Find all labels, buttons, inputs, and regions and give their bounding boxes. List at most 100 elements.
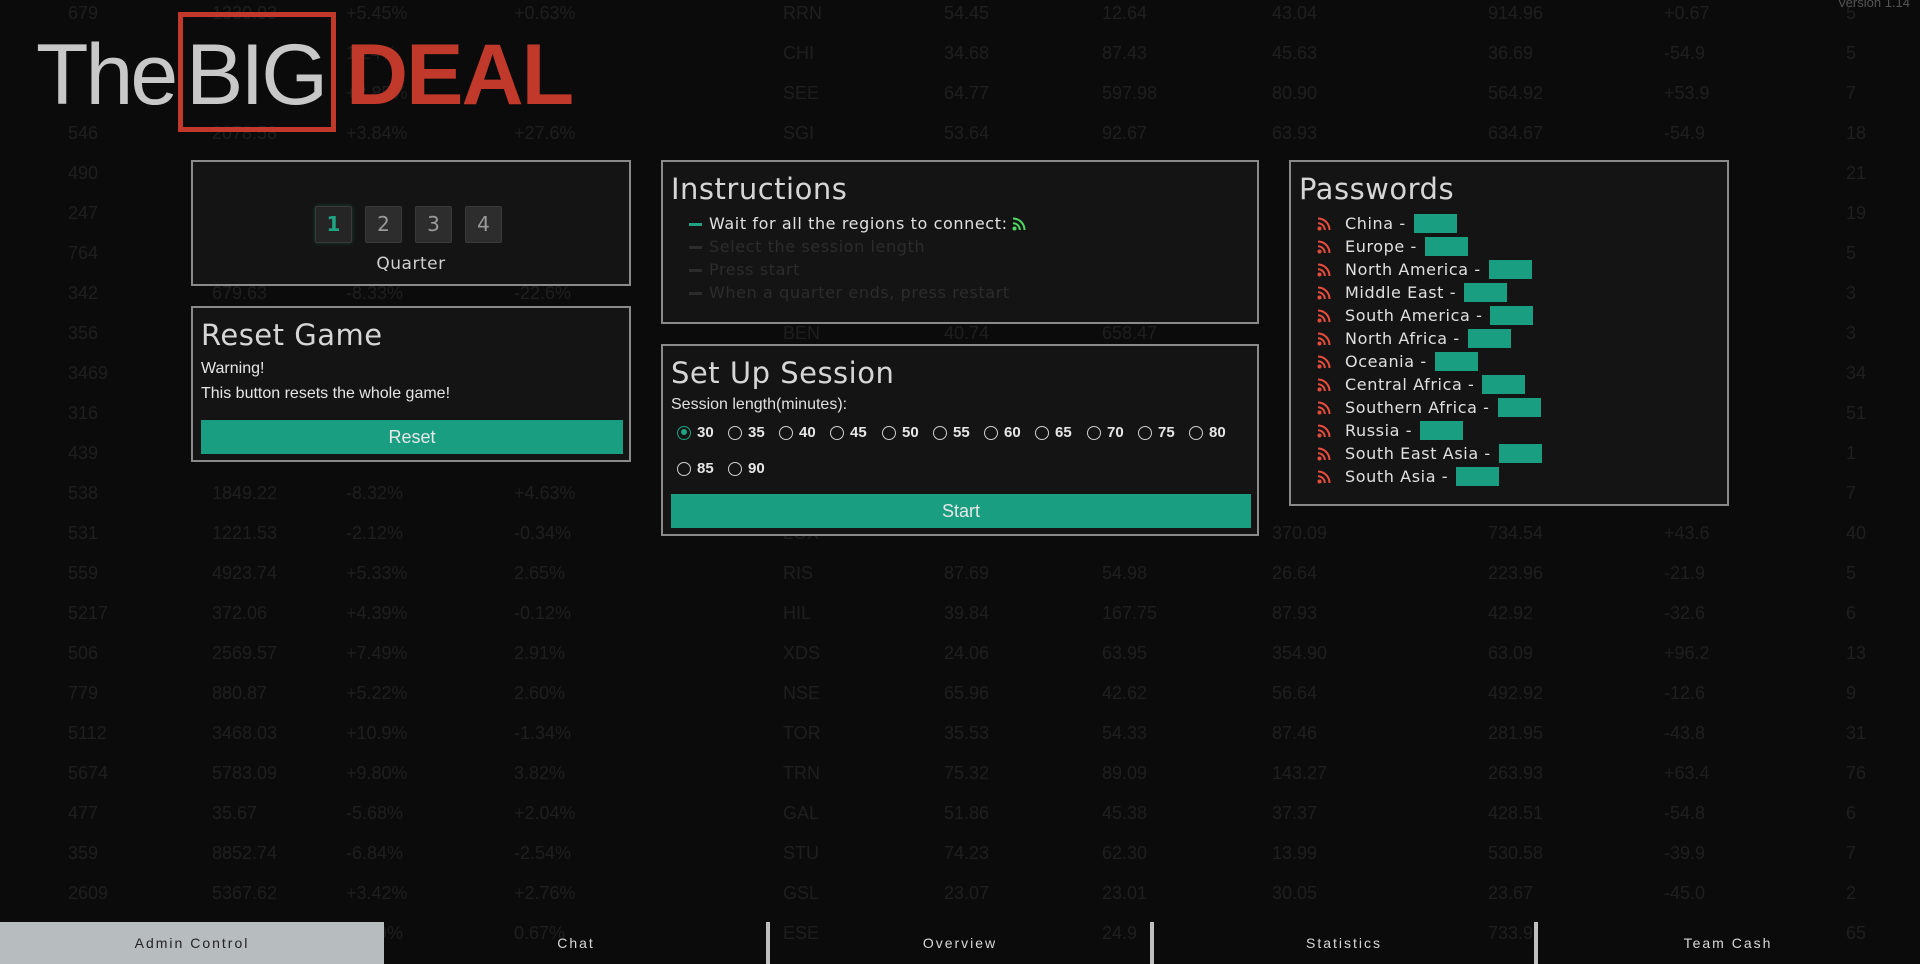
ticker-cell: 45.38 (1102, 803, 1148, 823)
session-option-90[interactable]: 90 (728, 460, 765, 477)
ticker-cell: +9.80% (346, 763, 408, 783)
radio-button-75[interactable] (1138, 425, 1152, 440)
session-option-30[interactable]: 30 (677, 424, 714, 441)
nav-tab-overview[interactable]: Overview (766, 922, 1152, 964)
ticker-cell: +5.22% (346, 683, 408, 703)
ticker-cell: -6.84% (346, 843, 404, 863)
ticker-cell: 658.47 (1102, 323, 1158, 343)
radio-button-30[interactable] (677, 425, 691, 440)
quarter-button-3[interactable]: 3 (415, 206, 452, 243)
quarter-button-4[interactable]: 4 (465, 206, 502, 243)
password-redacted-mask (1497, 398, 1541, 417)
session-option-80[interactable]: 80 (1189, 424, 1226, 441)
session-option-65[interactable]: 65 (1035, 424, 1072, 441)
session-option-85[interactable]: 85 (677, 460, 714, 477)
ticker-row: 5674 5783.09 +9.80% 3.82% TRN 75.32 89.09 143.2… (0, 755, 1920, 795)
ticker-cell: 31 (1846, 723, 1867, 743)
instructions-panel: Instructions Wait for all the regions to… (661, 160, 1259, 324)
ticker-cell: 87.93 (1272, 603, 1318, 623)
ticker-cell: +43.6 (1664, 523, 1710, 543)
radio-button-35[interactable] (728, 425, 742, 440)
ticker-cell: 13.99 (1272, 843, 1318, 863)
session-option-60[interactable]: 60 (984, 424, 1021, 441)
session-option-40[interactable]: 40 (779, 424, 816, 441)
ticker-cell: 35.67 (212, 803, 258, 823)
radio-button-45[interactable] (830, 425, 844, 440)
nav-tab-team-cash[interactable]: Team Cash (1534, 922, 1920, 964)
ticker-cell: 506 (68, 643, 99, 663)
radio-button-60[interactable] (984, 425, 998, 440)
reset-button[interactable]: Reset (201, 420, 623, 454)
ticker-cell: 87.69 (944, 563, 990, 583)
ticker-cell: 54.33 (1102, 723, 1148, 743)
ticker-cell: 30.05 (1272, 883, 1318, 903)
ticker-cell: 7 (1846, 843, 1857, 863)
password-row: North America - (1317, 258, 1727, 281)
nav-tab-admin-control[interactable]: Admin Control (0, 922, 384, 964)
ticker-cell: 51 (1846, 403, 1867, 423)
ticker-cell: GAL (783, 803, 820, 823)
ticker-cell: 76 (1846, 763, 1867, 783)
password-redacted-mask (1498, 444, 1542, 463)
quarter-button-2[interactable]: 2 (365, 206, 402, 243)
session-option-45[interactable]: 45 (830, 424, 867, 441)
ticker-cell: -45.0 (1664, 883, 1706, 903)
ticker-cell: -8.33% (346, 283, 404, 303)
radio-button-50[interactable] (882, 425, 896, 440)
ticker-cell: 597.98 (1102, 83, 1158, 103)
ticker-cell: 3 (1846, 323, 1857, 343)
session-option-50[interactable]: 50 (882, 424, 919, 441)
radio-button-90[interactable] (728, 461, 742, 476)
ticker-cell: -8.32% (346, 483, 404, 503)
ticker-cell: 880.87 (212, 683, 268, 703)
ticker-cell: +7.49% (346, 643, 408, 663)
ticker-row: 2609 5367.62 +3.42% +2.76% GSL 23.07 23.01 30.0… (0, 875, 1920, 915)
quarter-label: Quarter (376, 254, 446, 274)
ticker-cell: 247 (68, 203, 99, 223)
ticker-cell: 51.86 (944, 803, 990, 823)
quarter-selector: 1234 (315, 206, 502, 243)
ticker-cell: 45.63 (1272, 43, 1318, 63)
password-row: Oceania - (1317, 350, 1727, 373)
ticker-cell: 23.01 (1102, 883, 1148, 903)
step-dash-icon (689, 269, 702, 272)
ticker-row: 359 8852.74 -6.84% -2.54% STU 74.23 62.30 13.99… (0, 835, 1920, 875)
nav-tab-statistics[interactable]: Statistics (1150, 922, 1536, 964)
ticker-cell: RRN (783, 3, 822, 23)
session-option-label: 60 (1004, 424, 1021, 441)
ticker-cell: 42.92 (1488, 603, 1534, 623)
ticker-cell: -2.54% (514, 843, 572, 863)
quarter-button-1[interactable]: 1 (315, 206, 352, 243)
session-option-75[interactable]: 75 (1138, 424, 1175, 441)
ticker-cell: 40.74 (944, 323, 990, 343)
ticker-cell: 12.64 (1102, 3, 1148, 23)
radio-button-85[interactable] (677, 461, 691, 476)
connection-status-icon (1317, 240, 1331, 253)
ticker-cell: 18 (1846, 123, 1867, 143)
radio-button-40[interactable] (779, 425, 793, 440)
radio-button-80[interactable] (1189, 425, 1203, 440)
session-option-70[interactable]: 70 (1087, 424, 1124, 441)
radio-button-55[interactable] (933, 425, 947, 440)
region-name: South Asia - (1345, 467, 1449, 486)
start-button[interactable]: Start (671, 494, 1251, 528)
ticker-cell: 2 (1846, 883, 1857, 903)
radio-button-65[interactable] (1035, 425, 1049, 440)
region-name: Southern Africa - (1345, 398, 1490, 417)
radio-button-70[interactable] (1087, 425, 1101, 440)
session-option-35[interactable]: 35 (728, 424, 765, 441)
ticker-cell: +10.9% (346, 723, 408, 743)
session-option-label: 65 (1055, 424, 1072, 441)
ticker-cell: 5 (1846, 563, 1857, 583)
session-option-55[interactable]: 55 (933, 424, 970, 441)
connection-status-icon (1317, 447, 1331, 460)
ticker-cell: STU (783, 843, 819, 863)
instructions-title: Instructions (671, 172, 848, 206)
ticker-cell: 23.67 (1488, 883, 1534, 903)
ticker-cell: 5217 (68, 603, 109, 623)
step-dash-icon (689, 292, 702, 295)
ticker-cell: 65.96 (944, 683, 990, 703)
nav-tab-chat[interactable]: Chat (384, 922, 768, 964)
ticker-cell: +3.42% (346, 883, 408, 903)
ticker-row: 5112 3468.03 +10.9% -1.34% TOR 35.53 54.33 87.4… (0, 715, 1920, 755)
